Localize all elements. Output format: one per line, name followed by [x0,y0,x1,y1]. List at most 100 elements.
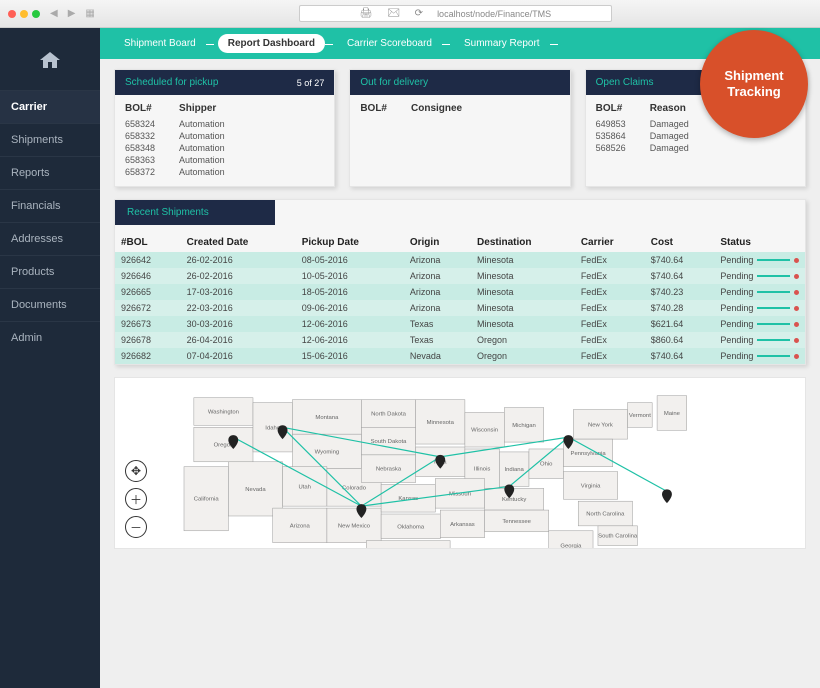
table-cell: Pending [714,332,805,348]
tab-shipment-board[interactable]: Shipment Board [114,34,206,53]
svg-text:Indiana: Indiana [504,467,524,473]
table-cell: 09-06-2016 [296,300,404,316]
svg-text:California: California [194,497,220,503]
map-pan-icon[interactable]: ✥ [125,460,147,482]
table-cell: Pending [714,284,805,300]
table-row[interactable]: 92667222-03-201609-06-2016ArizonaMinesot… [115,300,805,316]
claims-cell: 568526 [596,142,626,154]
svg-text:Wisconsin: Wisconsin [471,428,498,434]
address-bar[interactable]: 🖨 ✉ ⟳ localhost/node/Finance/TMS [299,5,612,22]
minimize-window-icon[interactable] [20,10,28,18]
svg-text:North Dakota: North Dakota [371,411,407,417]
table-cell: Arizona [404,268,471,284]
table-header: Destination [471,233,575,252]
pickup-card: Scheduled for pickup5 of 27BOL#658324658… [114,69,335,187]
pickup-cell: Automation [179,154,225,166]
sidebar-item-financials[interactable]: Financials [0,189,100,222]
pickup-cell: Automation [179,142,225,154]
table-row[interactable]: 92664626-02-201610-05-2016ArizonaMinesot… [115,268,805,284]
table-cell: 12-06-2016 [296,332,404,348]
table-cell: FedEx [575,268,645,284]
table-cell: FedEx [575,300,645,316]
state-texas[interactable] [366,541,450,548]
table-row[interactable]: 92667330-03-201612-06-2016TexasMinesotaF… [115,316,805,332]
claims-cell: Damaged [650,142,689,154]
table-header: Status [714,233,805,252]
pickup-cell: Automation [179,130,225,142]
pickup-cell: 658372 [125,166,155,178]
maximize-window-icon[interactable] [32,10,40,18]
claims-cell: 535864 [596,130,626,142]
table-cell: 12-06-2016 [296,316,404,332]
table-cell: 26-02-2016 [181,268,296,284]
claims-title: Open Claims [596,77,654,88]
sidebar-item-reports[interactable]: Reports [0,156,100,189]
pickup-header: Shipper [179,103,225,114]
forward-icon[interactable]: ▶ [68,8,76,19]
table-cell: 26-02-2016 [181,252,296,268]
tab-report-dashboard[interactable]: Report Dashboard [218,34,325,53]
svg-text:South Dakota: South Dakota [371,439,408,445]
svg-text:Vermont: Vermont [629,413,651,419]
table-cell: 926646 [115,268,181,284]
sidebar-item-documents[interactable]: Documents [0,288,100,321]
close-window-icon[interactable] [8,10,16,18]
table-header: Carrier [575,233,645,252]
sidebar-item-products[interactable]: Products [0,255,100,288]
table-row[interactable]: 92667826-04-201612-06-2016TexasOregonFed… [115,332,805,348]
table-cell: 926682 [115,348,181,364]
claims-header: BOL# [596,103,626,114]
table-row[interactable]: 92668207-04-201615-06-2016NevadaOregonFe… [115,348,805,364]
tab-summary-report[interactable]: Summary Report [454,34,550,53]
table-cell: 18-05-2016 [296,284,404,300]
svg-text:Michigan: Michigan [512,423,536,429]
table-cell: $740.64 [645,348,715,364]
pickup-title: Scheduled for pickup [125,77,218,88]
table-cell: Minesota [471,284,575,300]
table-cell: Minesota [471,316,575,332]
table-cell: 08-05-2016 [296,252,404,268]
table-cell: FedEx [575,332,645,348]
status-dot-icon [794,290,799,295]
claims-cell: 649853 [596,118,626,130]
table-cell: Pending [714,316,805,332]
status-dot-icon [794,274,799,279]
pickup-cell: 658363 [125,154,155,166]
table-header: Origin [404,233,471,252]
pickup-cell: Automation [179,118,225,130]
svg-text:Oklahoma: Oklahoma [397,524,425,530]
delivery-title: Out for delivery [360,77,428,88]
map-pin-icon[interactable] [662,489,672,503]
pickup-count: 5 of 27 [297,78,325,88]
table-cell: 926673 [115,316,181,332]
recent-shipments-panel: Recent Shipments #BOLCreated DatePickup … [114,199,806,365]
table-cell: $740.28 [645,300,715,316]
sidebar-item-addresses[interactable]: Addresses [0,222,100,255]
shipment-map[interactable]: WashingtonOregonIdahoMontanaNorth Dakota… [114,377,806,549]
view-icon[interactable]: ▦ [85,8,94,19]
table-cell: Oregon [471,348,575,364]
svg-text:Ohio: Ohio [540,462,553,468]
table-cell: FedEx [575,284,645,300]
svg-text:Arkansas: Arkansas [450,522,475,528]
home-icon[interactable] [0,42,100,90]
table-cell: FedEx [575,316,645,332]
pickup-cell: 658348 [125,142,155,154]
url-text: localhost/node/Finance/TMS [437,9,551,19]
sidebar-item-shipments[interactable]: Shipments [0,123,100,156]
table-header: Created Date [181,233,296,252]
table-cell: Minesota [471,268,575,284]
status-dot-icon [794,258,799,263]
toolbar-icons: 🖨 ✉ ⟳ [360,8,429,19]
zoom-out-icon[interactable]: － [125,516,147,538]
back-icon[interactable]: ◀ [50,8,58,19]
table-row[interactable]: 92664226-02-201608-05-2016ArizonaMinesot… [115,252,805,268]
status-dot-icon [794,354,799,359]
zoom-in-icon[interactable]: ＋ [125,488,147,510]
table-cell: Texas [404,316,471,332]
tab-carrier-scoreboard[interactable]: Carrier Scoreboard [337,34,442,53]
table-row[interactable]: 92666517-03-201618-05-2016ArizonaMinesot… [115,284,805,300]
sidebar-item-carrier[interactable]: Carrier [0,90,100,123]
sidebar-item-admin[interactable]: Admin [0,321,100,354]
svg-text:New Mexico: New Mexico [338,523,371,529]
